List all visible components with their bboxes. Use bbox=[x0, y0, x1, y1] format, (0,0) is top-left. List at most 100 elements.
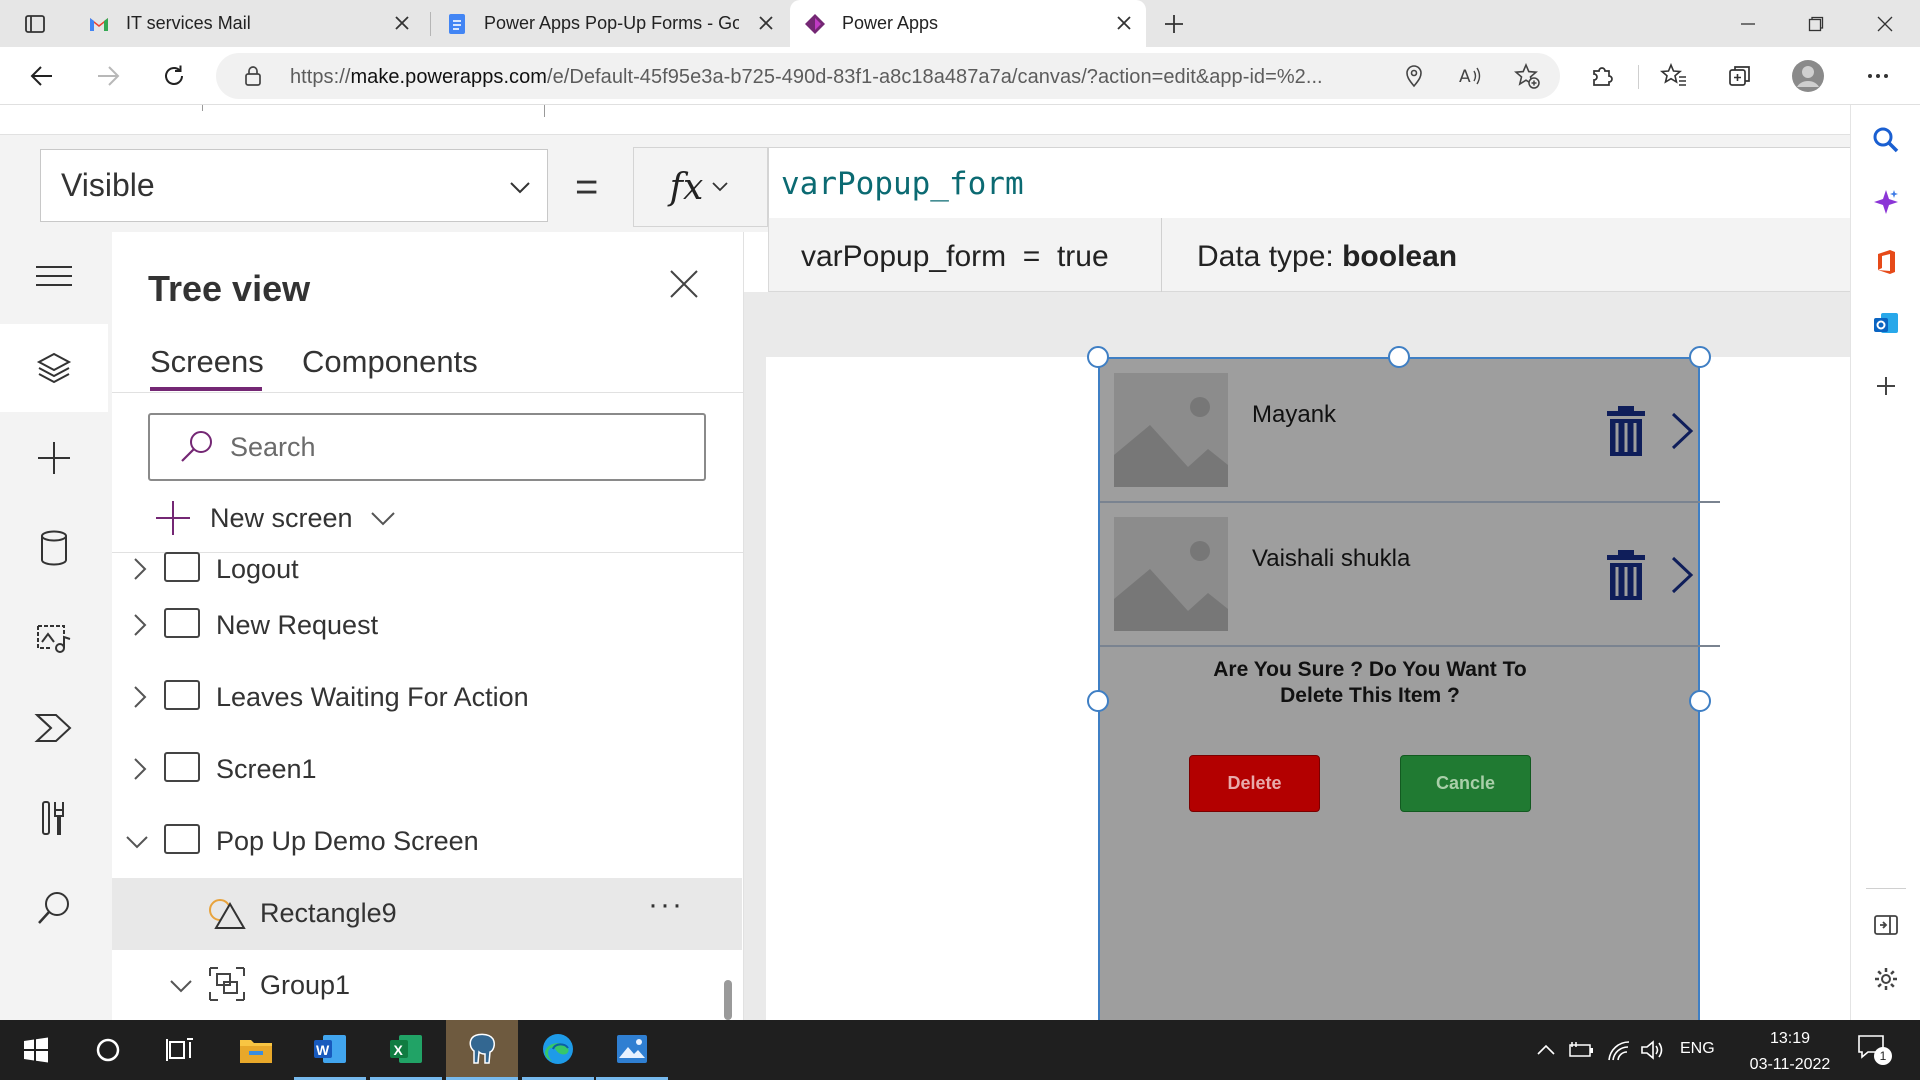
chevron-right-icon[interactable] bbox=[132, 684, 148, 710]
resize-handle-top[interactable] bbox=[1388, 346, 1410, 368]
plus-icon[interactable] bbox=[1872, 372, 1900, 400]
screen-icon bbox=[164, 608, 200, 638]
read-aloud-icon[interactable]: A bbox=[1458, 64, 1484, 88]
resize-handle-top-left[interactable] bbox=[1087, 346, 1109, 368]
postgres-button[interactable] bbox=[446, 1020, 518, 1080]
battery-icon[interactable] bbox=[1568, 1040, 1594, 1060]
location-icon[interactable] bbox=[1402, 64, 1426, 88]
tree-item-leaves-waiting[interactable]: Leaves Waiting For Action bbox=[112, 662, 742, 734]
address-bar[interactable]: https://make.powerapps.com/e/Default-45f… bbox=[216, 53, 1560, 99]
resize-handle-top-right[interactable] bbox=[1689, 346, 1711, 368]
menu-button[interactable] bbox=[0, 232, 108, 320]
restore-button[interactable] bbox=[1782, 0, 1850, 47]
tab-title: IT services Mail bbox=[126, 13, 251, 33]
close-icon[interactable] bbox=[756, 13, 776, 33]
property-dropdown[interactable]: Visible bbox=[40, 149, 548, 222]
tree-item-new-request[interactable]: New Request bbox=[112, 590, 742, 662]
media-button[interactable] bbox=[0, 594, 108, 682]
word-button[interactable]: W bbox=[294, 1020, 366, 1080]
tab-mail[interactable]: IT services Mail bbox=[72, 0, 424, 47]
profile-button[interactable] bbox=[1788, 56, 1828, 96]
tab-screens[interactable]: Screens bbox=[150, 344, 264, 380]
task-view-button[interactable] bbox=[144, 1020, 216, 1080]
gallery-item-name: Mayank bbox=[1252, 401, 1337, 428]
refresh-button[interactable] bbox=[154, 56, 194, 96]
tree-item-group1[interactable]: Group1 bbox=[112, 950, 742, 1020]
advanced-tools-button[interactable] bbox=[0, 774, 108, 862]
add-favorite-icon[interactable] bbox=[1514, 63, 1540, 89]
chevron-down-icon[interactable] bbox=[168, 978, 194, 994]
chevron-right-icon[interactable] bbox=[1670, 555, 1694, 595]
tree-item-rectangle9[interactable]: Rectangle9 ··· bbox=[112, 878, 742, 950]
clock[interactable]: 13:19 03-11-2022 bbox=[1740, 1026, 1840, 1078]
chevron-right-icon[interactable] bbox=[132, 612, 148, 638]
edge-button[interactable] bbox=[522, 1020, 594, 1080]
back-button[interactable] bbox=[22, 56, 62, 96]
file-explorer-button[interactable] bbox=[220, 1020, 292, 1080]
language-indicator[interactable]: ENG bbox=[1680, 1040, 1715, 1058]
trash-icon[interactable] bbox=[1606, 549, 1646, 601]
new-tab-button[interactable] bbox=[1146, 0, 1202, 47]
data-button[interactable] bbox=[0, 504, 108, 592]
outlook-icon[interactable] bbox=[1872, 310, 1900, 338]
tab-power-apps[interactable]: Power Apps bbox=[790, 0, 1146, 47]
resize-handle-left[interactable] bbox=[1087, 690, 1109, 712]
start-button[interactable] bbox=[0, 1020, 72, 1080]
tree-item-screen1[interactable]: Screen1 bbox=[112, 734, 742, 806]
extensions-button[interactable] bbox=[1582, 56, 1622, 96]
fx-button[interactable]: fx bbox=[633, 147, 768, 227]
gallery-item[interactable]: Mayank bbox=[1100, 359, 1720, 503]
left-rail bbox=[0, 232, 112, 1020]
chevron-right-icon[interactable] bbox=[1670, 411, 1694, 451]
volume-icon[interactable] bbox=[1640, 1038, 1666, 1062]
search-button[interactable] bbox=[72, 1020, 144, 1080]
chevron-down-icon[interactable] bbox=[124, 834, 150, 850]
more-options-icon[interactable]: ··· bbox=[648, 888, 684, 922]
office-icon[interactable] bbox=[1872, 248, 1900, 276]
power-automate-button[interactable] bbox=[0, 684, 108, 772]
collections-button[interactable] bbox=[1720, 56, 1760, 96]
delete-button[interactable]: Delete bbox=[1189, 755, 1320, 812]
copilot-icon[interactable] bbox=[1872, 188, 1900, 216]
close-icon[interactable] bbox=[668, 268, 700, 300]
settings-more-button[interactable] bbox=[1858, 56, 1898, 96]
minimize-button[interactable] bbox=[1714, 0, 1782, 47]
tree-item-pop-up-demo-screen[interactable]: Pop Up Demo Screen bbox=[112, 806, 742, 878]
url-scheme: https:// bbox=[290, 66, 351, 88]
avatar-icon bbox=[1792, 60, 1824, 92]
photos-button[interactable] bbox=[596, 1020, 668, 1080]
chevron-down-icon bbox=[370, 512, 395, 526]
lock-icon[interactable] bbox=[244, 66, 262, 86]
forward-button[interactable] bbox=[88, 56, 128, 96]
tab-google-doc[interactable]: Power Apps Pop-Up Forms - Goo bbox=[432, 0, 788, 47]
excel-button[interactable]: X bbox=[370, 1020, 442, 1080]
window-close-button[interactable] bbox=[1850, 0, 1920, 47]
folder-icon bbox=[240, 1040, 272, 1063]
tools-icon bbox=[42, 801, 64, 835]
search-button[interactable] bbox=[0, 864, 108, 952]
gallery-item[interactable]: Vaishali shukla bbox=[1100, 503, 1720, 647]
gear-icon[interactable] bbox=[1872, 965, 1900, 993]
resize-handle-right[interactable] bbox=[1689, 690, 1711, 712]
insert-button[interactable] bbox=[0, 414, 108, 502]
tree-scrollbar[interactable] bbox=[724, 980, 732, 1020]
search-input[interactable]: Search bbox=[148, 413, 706, 481]
tab-components[interactable]: Components bbox=[302, 344, 478, 380]
search-icon[interactable] bbox=[1872, 126, 1900, 154]
chevron-up-icon[interactable] bbox=[1536, 1042, 1556, 1058]
cancel-button[interactable]: Cancle bbox=[1400, 755, 1531, 812]
popup-rectangle[interactable]: Mayank Vaishali shukla Are You Sure ? Do… bbox=[1098, 357, 1720, 1020]
formula-input[interactable]: varPopup_form bbox=[768, 147, 1850, 227]
chevron-right-icon[interactable] bbox=[132, 756, 148, 782]
power-automate-icon bbox=[34, 714, 72, 742]
tree-view-button[interactable] bbox=[0, 324, 108, 412]
hide-sidebar-icon[interactable] bbox=[1872, 911, 1900, 939]
close-icon[interactable] bbox=[1114, 13, 1134, 33]
wifi-icon[interactable] bbox=[1606, 1038, 1632, 1062]
chevron-right-icon[interactable] bbox=[132, 556, 148, 582]
trash-icon[interactable] bbox=[1606, 405, 1646, 457]
tab-actions-icon[interactable] bbox=[0, 0, 70, 47]
notifications-button[interactable]: 1 bbox=[1856, 1032, 1896, 1068]
favorites-button[interactable] bbox=[1654, 56, 1694, 96]
close-icon[interactable] bbox=[392, 13, 412, 33]
